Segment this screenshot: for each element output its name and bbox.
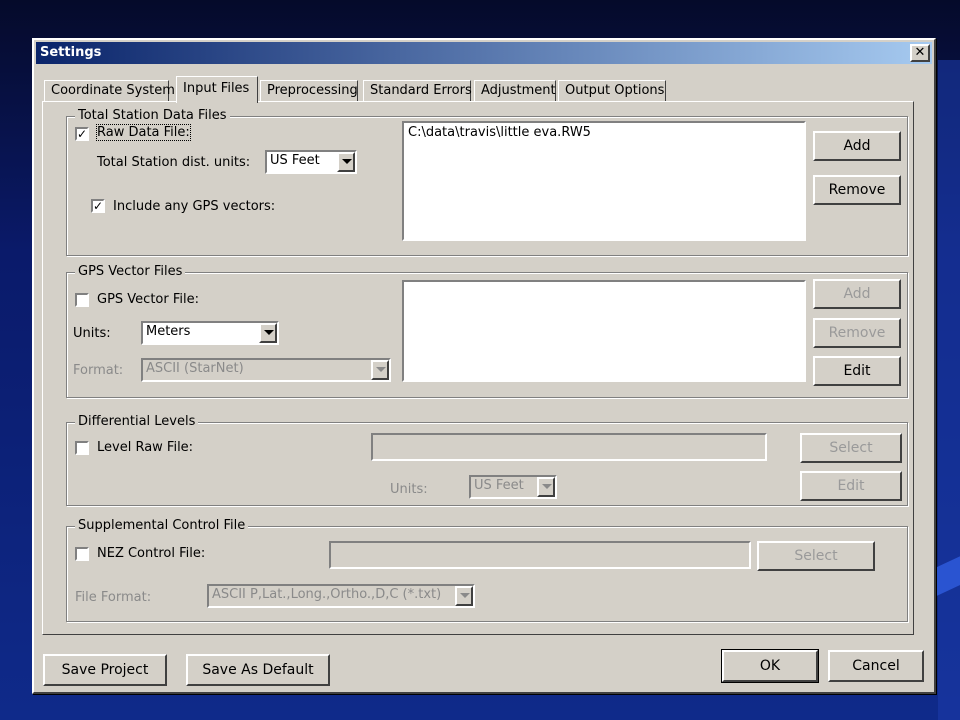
group-supplemental-control: Supplemental Control File NEZ Control Fi… — [66, 518, 908, 622]
raw-data-file-list[interactable]: C:\data\travis\little eva.RW5 — [402, 121, 806, 241]
chevron-down-icon[interactable] — [455, 586, 473, 606]
group-differential-levels: Differential Levels Level Raw File: Sele… — [66, 414, 908, 506]
level-edit-button[interactable]: Edit — [800, 471, 902, 501]
ok-button[interactable]: OK — [722, 650, 818, 682]
chevron-down-icon[interactable] — [337, 152, 355, 172]
tab-adjustment[interactable]: Adjustment — [474, 80, 556, 102]
gps-remove-button[interactable]: Remove — [813, 318, 901, 348]
gps-vector-file-label: GPS Vector File: — [97, 292, 199, 307]
close-icon: ✕ — [914, 45, 926, 60]
level-raw-file-label: Level Raw File: — [97, 440, 194, 455]
chevron-down-icon[interactable] — [259, 323, 277, 343]
ts-add-button[interactable]: Add — [813, 131, 901, 161]
nez-control-file-checkbox[interactable] — [75, 547, 89, 561]
level-raw-file-input[interactable] — [371, 433, 767, 461]
gps-units-label: Units: — [73, 326, 111, 341]
title-bar: Settings ✕ — [36, 42, 932, 64]
level-units-label: Units: — [390, 482, 428, 497]
raw-data-checkbox[interactable]: ✓ — [75, 127, 89, 141]
list-item[interactable]: C:\data\travis\little eva.RW5 — [408, 125, 800, 140]
gps-format-label: Format: — [73, 363, 124, 378]
window-title: Settings — [40, 45, 102, 60]
group-title: Differential Levels — [75, 414, 199, 429]
ts-units-value: US Feet — [270, 153, 320, 168]
tab-coordinate-system[interactable]: Coordinate System — [44, 80, 175, 102]
chevron-down-icon[interactable] — [371, 360, 389, 380]
nez-control-file-label: NEZ Control File: — [97, 546, 206, 561]
ts-units-label: Total Station dist. units: — [97, 155, 251, 170]
tab-input-files[interactable]: Input Files — [176, 76, 258, 103]
group-title: GPS Vector Files — [75, 264, 186, 279]
gps-format-combo[interactable]: ASCII (StarNet) — [141, 358, 391, 382]
gps-units-combo[interactable]: Meters — [141, 321, 279, 345]
ts-units-combo[interactable]: US Feet — [265, 150, 357, 174]
check-mark-icon: ✓ — [93, 199, 104, 213]
nez-select-button[interactable]: Select — [757, 541, 875, 571]
close-button[interactable]: ✕ — [910, 44, 930, 62]
level-raw-file-checkbox[interactable] — [75, 441, 89, 455]
cancel-button[interactable]: Cancel — [828, 650, 924, 682]
chevron-down-icon[interactable] — [537, 477, 555, 497]
raw-data-label: Raw Data File: — [96, 124, 191, 141]
gps-vector-file-checkbox[interactable] — [75, 293, 89, 307]
group-total-station: Total Station Data Files ✓ Raw Data File… — [66, 108, 908, 256]
gps-units-value: Meters — [146, 324, 191, 339]
ts-remove-button[interactable]: Remove — [813, 175, 901, 205]
tab-output-options[interactable]: Output Options — [558, 80, 666, 102]
gps-edit-button[interactable]: Edit — [813, 356, 901, 386]
group-title: Total Station Data Files — [75, 108, 230, 123]
gps-vector-file-list[interactable] — [402, 280, 806, 382]
level-units-value: US Feet — [474, 478, 524, 493]
tab-panel-input-files: Total Station Data Files ✓ Raw Data File… — [42, 101, 914, 635]
gps-vectors-label: Include any GPS vectors: — [113, 199, 276, 214]
file-format-combo[interactable]: ASCII P,Lat.,Long.,Ortho.,D,C (*.txt) — [207, 584, 475, 608]
tab-preprocessing[interactable]: Preprocessing — [260, 80, 358, 102]
settings-dialog: Settings ✕ Coordinate System Input Files… — [32, 38, 936, 694]
check-mark-icon: ✓ — [77, 127, 88, 141]
save-project-button[interactable]: Save Project — [43, 654, 167, 686]
gps-add-button[interactable]: Add — [813, 279, 901, 309]
level-units-combo[interactable]: US Feet — [469, 475, 557, 499]
gps-format-value: ASCII (StarNet) — [146, 361, 244, 376]
gps-vectors-checkbox[interactable]: ✓ — [91, 199, 105, 213]
save-as-default-button[interactable]: Save As Default — [186, 654, 330, 686]
desktop-decoration-bar — [938, 60, 960, 720]
level-select-button[interactable]: Select — [800, 433, 902, 463]
group-title: Supplemental Control File — [75, 518, 249, 533]
tab-standard-errors[interactable]: Standard Errors — [363, 80, 472, 102]
file-format-label: File Format: — [75, 590, 152, 605]
nez-control-file-input[interactable] — [329, 541, 751, 569]
group-gps-vector: GPS Vector Files GPS Vector File: Units:… — [66, 264, 908, 398]
file-format-value: ASCII P,Lat.,Long.,Ortho.,D,C (*.txt) — [212, 587, 442, 602]
